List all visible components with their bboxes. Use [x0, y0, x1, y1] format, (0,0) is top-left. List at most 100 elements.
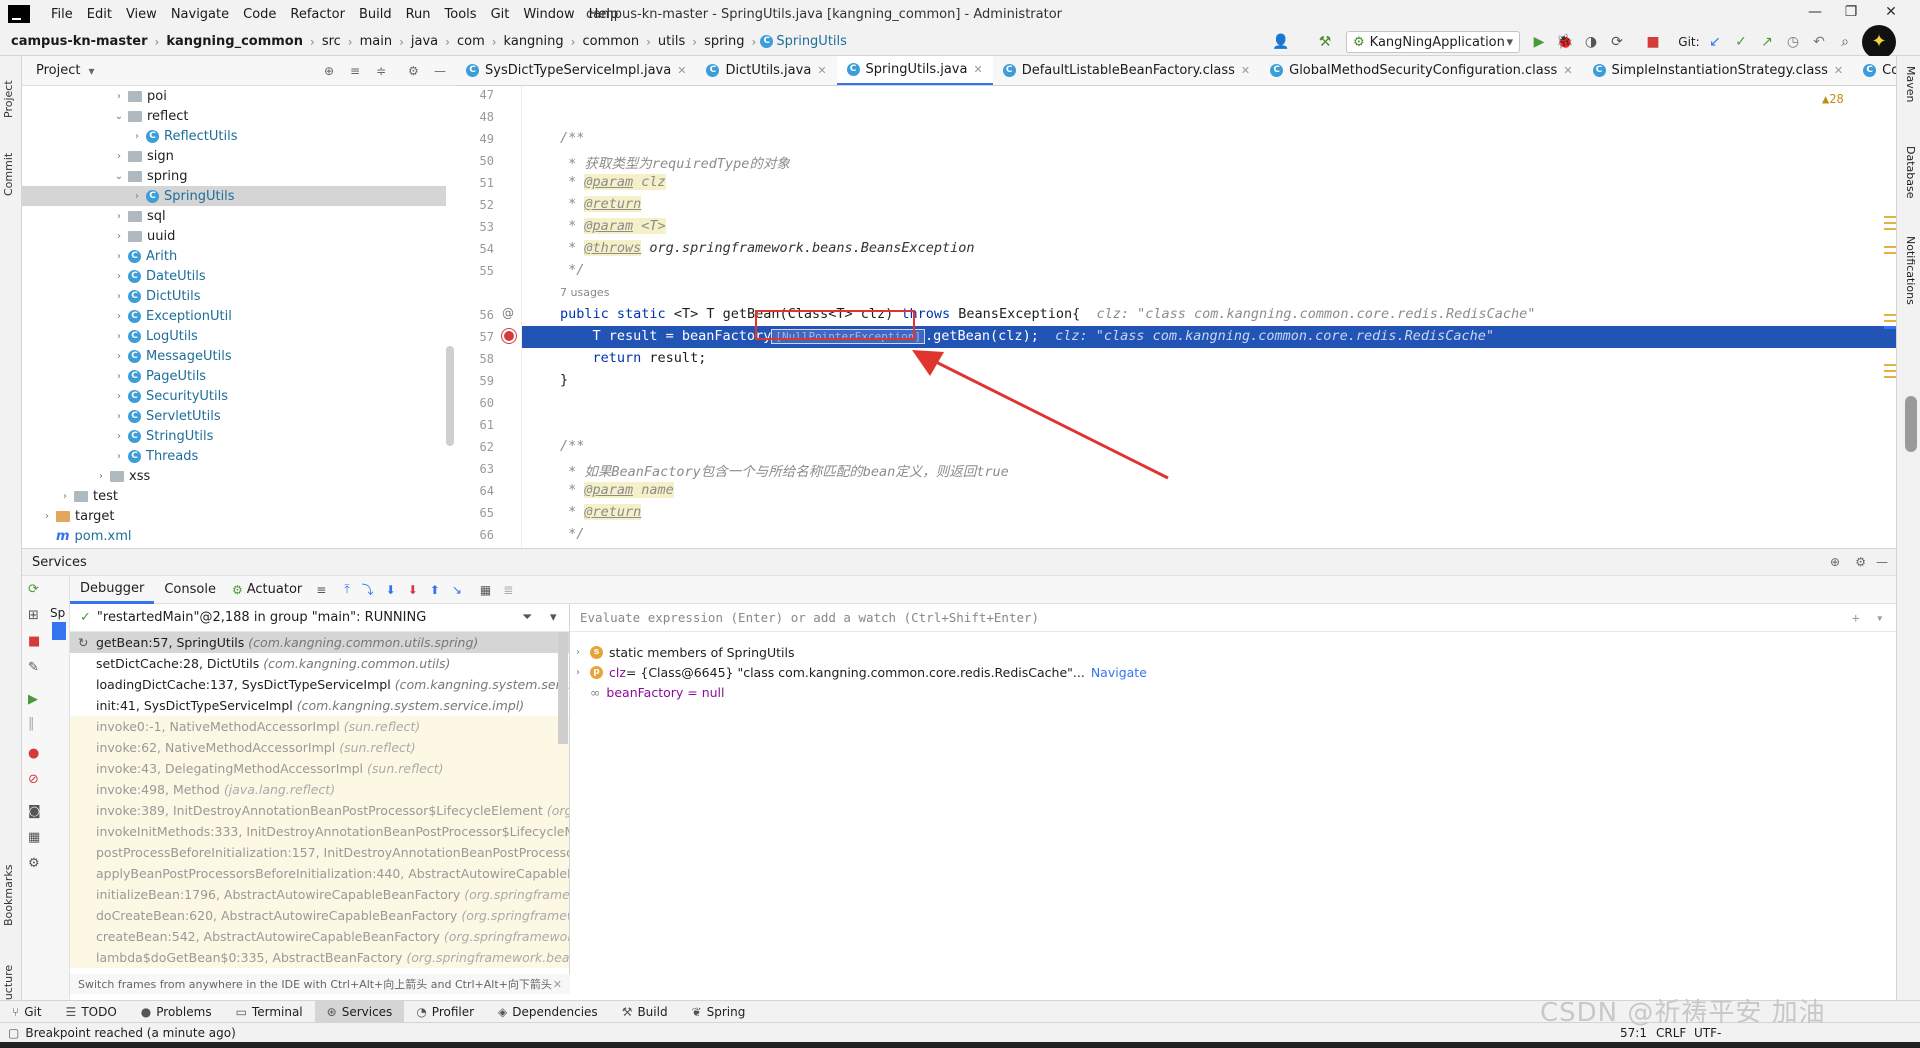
notifications-tool-tab[interactable]: Notifications — [1904, 236, 1917, 305]
tree-item[interactable]: m pom.xml — [22, 526, 446, 546]
toolwindow-git[interactable]: ⑂ Git — [0, 1001, 54, 1023]
rerun-icon[interactable]: ⟳ — [28, 582, 39, 597]
navigate-link[interactable]: Navigate — [1091, 665, 1147, 680]
close-icon[interactable]: ✕ — [973, 63, 982, 76]
warning-mark[interactable] — [1884, 246, 1896, 248]
line-number[interactable]: 56 — [456, 308, 494, 322]
tree-item[interactable]: › C StringUtils — [22, 426, 446, 446]
breadcrumb-common[interactable]: common — [579, 34, 642, 49]
execution-mark[interactable] — [1884, 326, 1896, 329]
stack-frame[interactable]: lambda$doGetBean$0:335, AbstractBeanFact… — [70, 947, 569, 968]
stack-frame[interactable]: applyBeanPostProcessorsBeforeInitializat… — [70, 863, 569, 884]
run-configuration-select[interactable]: ⚙ KangNingApplication ▾ — [1346, 31, 1520, 53]
show-execution-point-icon[interactable]: ⤒ — [344, 582, 349, 597]
tree-scrollbar[interactable] — [446, 346, 454, 446]
stop-icon[interactable]: ■ — [1644, 33, 1662, 51]
error-stripe[interactable] — [1884, 86, 1896, 548]
git-history-icon[interactable]: ◷ — [1784, 33, 1802, 51]
build-hammer-icon[interactable]: ⚒ — [1316, 33, 1334, 51]
globe-icon[interactable]: ⊕ — [1830, 555, 1840, 569]
chevron-right-icon[interactable]: › — [58, 491, 72, 502]
chevron-right-icon[interactable]: › — [112, 91, 126, 102]
breadcrumb-springutils[interactable]: SpringUtils — [773, 34, 850, 49]
chevron-right-icon[interactable]: › — [112, 431, 126, 442]
line-number[interactable]: 60 — [456, 396, 494, 410]
line-number[interactable]: 66 — [456, 528, 494, 542]
search-everywhere-icon[interactable]: ⌕ — [1836, 33, 1854, 51]
chevron-right-icon[interactable]: › — [112, 391, 126, 402]
menu-edit[interactable]: Edit — [80, 7, 119, 22]
resume-icon[interactable]: ▶ — [28, 692, 38, 707]
line-number[interactable]: 49 — [456, 132, 494, 146]
chevron-right-icon[interactable]: › — [130, 131, 144, 142]
line-number[interactable]: 64 — [456, 484, 494, 498]
restore-icon[interactable]: ❐ — [1836, 4, 1866, 20]
tree-item[interactable]: › C ServletUtils — [22, 406, 446, 426]
close-icon[interactable]: ✕ — [553, 978, 562, 991]
stack-frame[interactable]: invoke:498, Method (java.lang.reflect) — [70, 779, 569, 800]
variable-static-members[interactable]: › s static members of SpringUtils — [576, 642, 794, 662]
override-icon[interactable]: @ — [502, 306, 514, 320]
chevron-right-icon[interactable]: › — [112, 411, 126, 422]
tree-item[interactable]: › C PageUtils — [22, 366, 446, 386]
tree-item[interactable]: › C ReflectUtils — [22, 126, 446, 146]
breadcrumb-com[interactable]: com — [454, 34, 488, 49]
close-window-icon[interactable]: ✕ — [1876, 4, 1906, 20]
chevron-down-icon[interactable]: ⌄ — [112, 171, 126, 182]
line-number[interactable]: 63 — [456, 462, 494, 476]
tab-debugger[interactable]: Debugger — [70, 576, 155, 604]
gear-icon[interactable]: ⚙ — [408, 64, 419, 78]
toolwindow-dependencies[interactable]: ◈ Dependencies — [486, 1001, 610, 1023]
warning-mark[interactable] — [1884, 252, 1896, 254]
line-number[interactable]: 61 — [456, 418, 494, 432]
close-icon[interactable]: ✕ — [817, 64, 826, 77]
close-icon[interactable]: ✕ — [1563, 64, 1572, 77]
toolwindow-spring[interactable]: ❦ Spring — [680, 1001, 758, 1023]
line-number[interactable]: 59 — [456, 374, 494, 388]
line-number[interactable]: 52 — [456, 198, 494, 212]
trace-icon[interactable]: ≣ — [503, 583, 513, 597]
warning-mark[interactable] — [1884, 376, 1896, 378]
menu-build[interactable]: Build — [352, 7, 399, 22]
close-icon[interactable]: ✕ — [1834, 64, 1843, 77]
user-icon[interactable]: 👤 — [1272, 33, 1290, 51]
warning-mark[interactable] — [1884, 364, 1896, 366]
chevron-right-icon[interactable]: › — [112, 331, 126, 342]
menu-code[interactable]: Code — [236, 7, 283, 22]
thread-selector[interactable]: ✓ "restartedMain"@2,188 in group "main":… — [70, 604, 569, 632]
menu-tools[interactable]: Tools — [438, 7, 484, 22]
git-commit-icon[interactable]: ✓ — [1732, 33, 1750, 51]
breadcrumb-module[interactable]: kangning_common — [163, 34, 306, 49]
chevron-right-icon[interactable]: › — [112, 311, 126, 322]
stack-frame[interactable]: postProcessBeforeInitialization:157, Ini… — [70, 842, 569, 863]
stack-frame[interactable]: invoke:389, InitDestroyAnnotationBeanPos… — [70, 800, 569, 821]
chevron-right-icon[interactable]: › — [112, 151, 126, 162]
line-number[interactable]: 53 — [456, 220, 494, 234]
project-tool-tab[interactable]: Project — [2, 80, 15, 118]
menu-icon[interactable]: ≡ — [316, 583, 326, 597]
breakpoint-icon[interactable] — [502, 329, 516, 343]
close-icon[interactable]: ✕ — [1241, 64, 1250, 77]
chevron-right-icon[interactable]: › — [112, 271, 126, 282]
chevron-right-icon[interactable]: › — [576, 667, 590, 678]
bookmarks-tool-tab[interactable]: Bookmarks — [2, 865, 15, 926]
force-step-into-icon[interactable]: ⬇ — [408, 583, 418, 597]
tree-item[interactable]: › poi — [22, 86, 446, 106]
line-number[interactable]: 48 — [456, 110, 494, 124]
toolwindow-services[interactable]: ⊛ Services — [314, 1000, 405, 1023]
git-rollback-icon[interactable]: ↶ — [1810, 33, 1828, 51]
pause-icon[interactable]: ‖ — [28, 716, 35, 731]
chevron-right-icon[interactable]: › — [112, 211, 126, 222]
run-icon[interactable]: ▶ — [1530, 33, 1548, 51]
code-editor[interactable]: /** * 获取类型为requiredType的对象 * @param clz … — [522, 86, 1896, 548]
line-number[interactable]: 62 — [456, 440, 494, 454]
menu-file[interactable]: File — [44, 7, 80, 22]
menu-view[interactable]: View — [119, 7, 164, 22]
chevron-right-icon[interactable]: › — [112, 291, 126, 302]
line-number[interactable]: 55 — [456, 264, 494, 278]
stack-frame[interactable]: loadingDictCache:137, SysDictTypeService… — [70, 674, 569, 695]
menu-run[interactable]: Run — [399, 7, 438, 22]
stack-frame[interactable]: initializeBean:1796, AbstractAutowireCap… — [70, 884, 569, 905]
tree-item[interactable]: › target — [22, 506, 446, 526]
editor-tab[interactable]: C DefaultListableBeanFactory.class ✕ — [993, 56, 1260, 85]
